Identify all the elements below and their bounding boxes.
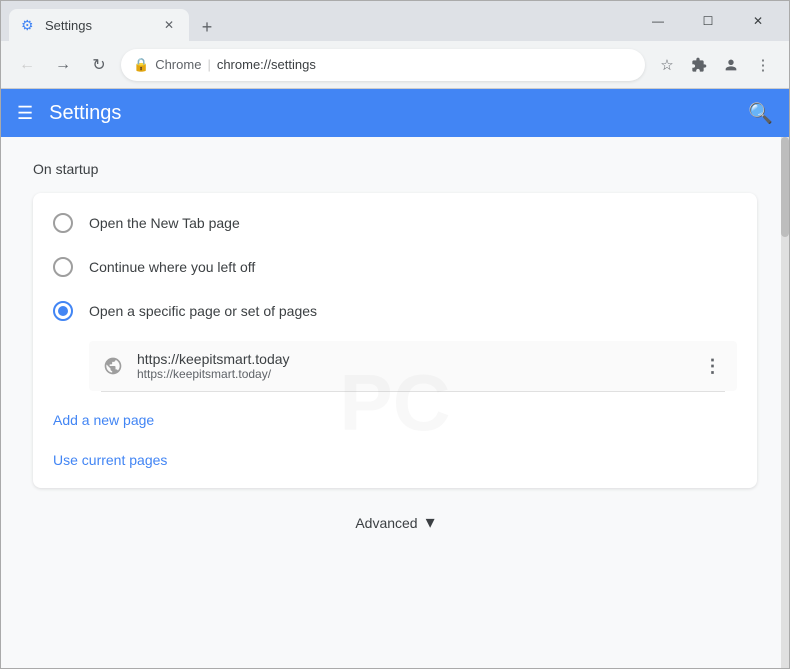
scrollbar[interactable] xyxy=(781,137,789,668)
main-content: On startup Open the New Tab page Continu… xyxy=(1,137,789,668)
advanced-section[interactable]: Advanced ▾ xyxy=(33,488,757,557)
radio-label-continue: Continue where you left off xyxy=(89,259,255,275)
header-search-icon[interactable]: 🔍 xyxy=(748,101,773,126)
tab-settings-icon: ⚙ xyxy=(21,17,37,33)
radio-label-new-tab: Open the New Tab page xyxy=(89,215,240,231)
window-controls: — ☐ ✕ xyxy=(635,5,781,37)
tab-area: ⚙ Settings ✕ + xyxy=(9,1,635,41)
close-button[interactable]: ✕ xyxy=(735,5,781,37)
tab-close-button[interactable]: ✕ xyxy=(161,17,177,33)
advanced-arrow-icon: ▾ xyxy=(426,512,435,533)
url-favicon-icon xyxy=(101,354,125,378)
settings-tab[interactable]: ⚙ Settings ✕ xyxy=(9,9,189,41)
toolbar-icons: ☆ ⋮ xyxy=(653,51,777,79)
url-more-button[interactable]: ⋮ xyxy=(701,354,725,378)
scrollbar-thumb[interactable] xyxy=(781,137,789,237)
new-tab-button[interactable]: + xyxy=(193,13,221,41)
forward-button[interactable]: → xyxy=(49,51,77,79)
url-bar[interactable]: 🔒 Chrome | chrome://settings xyxy=(121,49,645,81)
address-bar: ← → ↻ 🔒 Chrome | chrome://settings ☆ ⋮ xyxy=(1,41,789,89)
bookmark-button[interactable]: ☆ xyxy=(653,51,681,79)
radio-option-specific[interactable]: Open a specific page or set of pages xyxy=(33,289,757,333)
url-entry-row: https://keepitsmart.today https://keepit… xyxy=(89,341,737,391)
radio-circle-continue xyxy=(53,257,73,277)
maximize-button[interactable]: ☐ xyxy=(685,5,731,37)
minimize-button[interactable]: — xyxy=(635,5,681,37)
url-divider xyxy=(101,391,725,392)
back-button[interactable]: ← xyxy=(13,51,41,79)
radio-option-continue[interactable]: Continue where you left off xyxy=(33,245,757,289)
url-lock-icon: 🔒 xyxy=(133,57,149,73)
advanced-label: Advanced xyxy=(355,515,417,531)
app-header: ☰ Settings 🔍 xyxy=(1,89,789,137)
url-site: Chrome xyxy=(155,57,201,72)
title-bar: ⚙ Settings ✕ + — ☐ ✕ xyxy=(1,1,789,41)
extensions-button[interactable] xyxy=(685,51,713,79)
radio-label-specific: Open a specific page or set of pages xyxy=(89,303,317,319)
browser-frame: ⚙ Settings ✕ + — ☐ ✕ ← → ↻ 🔒 Chrome | ch… xyxy=(0,0,790,669)
hamburger-menu-icon[interactable]: ☰ xyxy=(17,103,33,124)
app-title: Settings xyxy=(49,102,732,125)
radio-option-new-tab[interactable]: Open the New Tab page xyxy=(33,201,757,245)
content-area: On startup Open the New Tab page Continu… xyxy=(1,137,789,668)
chrome-menu-button[interactable]: ⋮ xyxy=(749,51,777,79)
radio-circle-specific xyxy=(53,301,73,321)
url-entry-section: https://keepitsmart.today https://keepit… xyxy=(33,333,757,400)
url-entry-title: https://keepitsmart.today xyxy=(137,351,689,367)
url-entry-subtitle: https://keepitsmart.today/ xyxy=(137,367,689,381)
url-separator: | xyxy=(207,57,210,72)
reload-button[interactable]: ↻ xyxy=(85,51,113,79)
options-card: Open the New Tab page Continue where you… xyxy=(33,193,757,488)
url-entry-texts: https://keepitsmart.today https://keepit… xyxy=(137,351,689,381)
use-current-pages-link[interactable]: Use current pages xyxy=(33,440,757,480)
add-new-page-link[interactable]: Add a new page xyxy=(33,400,757,440)
radio-circle-new-tab xyxy=(53,213,73,233)
tab-title: Settings xyxy=(45,18,153,33)
section-title: On startup xyxy=(33,161,757,177)
url-text: chrome://settings xyxy=(217,57,316,72)
profile-button[interactable] xyxy=(717,51,745,79)
